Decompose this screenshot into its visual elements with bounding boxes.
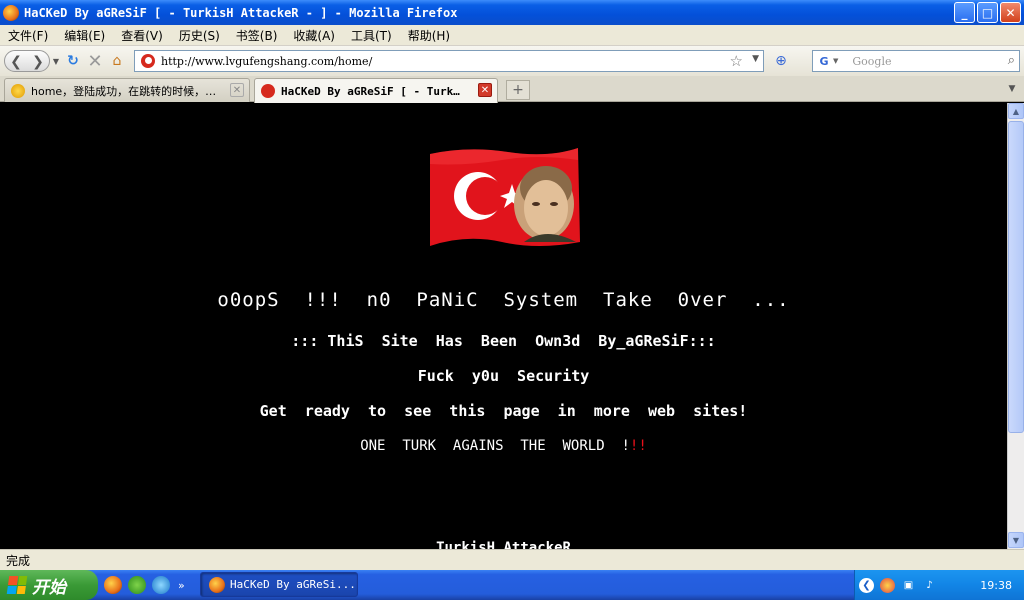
- vertical-scrollbar[interactable]: ▲ ▼: [1007, 103, 1024, 549]
- scroll-up-icon[interactable]: ▲: [1008, 103, 1024, 119]
- menu-bar: 文件(F) 编辑(E) 查看(V) 历史(S) 书签(B) 收藏(A) 工具(T…: [0, 25, 1024, 46]
- firefox-quicklaunch-icon[interactable]: [104, 576, 122, 594]
- page-content: o0opS !!! n0 PaNiC System Take 0ver ... …: [0, 103, 1007, 549]
- url-bar[interactable]: http://www.lvgufengshang.com/home/ ☆ ▼: [134, 50, 764, 72]
- network-icon[interactable]: ▣: [901, 578, 916, 593]
- tab-label: HaCKeD By aGReSiF [ - Turk…: [281, 84, 460, 98]
- window-title: HaCKeD By aGReSiF [ - TurkisH AttackeR -…: [24, 5, 458, 20]
- scroll-down-icon[interactable]: ▼: [1008, 532, 1024, 548]
- slogan: ONE TURK AGAINS THE WORLD !!!: [0, 438, 1007, 454]
- system-tray: ❮ ▣ ♪ 19:38: [854, 570, 1024, 600]
- addon-button[interactable]: ⊕: [770, 50, 792, 72]
- window-controls: _ □ ✕: [954, 2, 1021, 23]
- slogan-red-text: !!: [629, 438, 647, 454]
- clock: 19:38: [980, 578, 1012, 592]
- search-box[interactable]: G ▼ Google ⌕: [812, 50, 1020, 72]
- bookmark-star-icon[interactable]: ☆: [730, 52, 743, 70]
- home-button[interactable]: ⌂: [106, 50, 128, 72]
- maximize-button[interactable]: □: [977, 2, 998, 23]
- tab-close-icon[interactable]: ✕: [230, 83, 244, 97]
- forward-arrow-icon: ❯: [32, 54, 44, 70]
- menu-edit[interactable]: 编辑(E): [56, 27, 113, 44]
- task-label: HaCKeD By aGReSi...: [230, 578, 356, 591]
- tab-favicon-icon: [11, 83, 25, 98]
- menu-history[interactable]: 历史(S): [171, 27, 228, 44]
- forward-button[interactable]: ❯: [27, 51, 49, 71]
- history-dropdown-button[interactable]: ▼: [50, 50, 62, 72]
- slogan-text: ONE TURK AGAINS THE WORLD !: [360, 438, 630, 454]
- close-button[interactable]: ✕: [1000, 2, 1021, 23]
- quick-launch: »: [104, 576, 185, 594]
- reload-button[interactable]: ↻: [62, 50, 84, 72]
- tab-favicon-icon: [261, 84, 275, 98]
- url-text[interactable]: http://www.lvgufengshang.com/home/: [161, 55, 372, 68]
- quicklaunch-more-icon[interactable]: »: [178, 579, 185, 592]
- back-button[interactable]: ❮: [5, 51, 27, 71]
- tray-expand-icon[interactable]: ❮: [859, 577, 874, 593]
- back-arrow-icon: ❮: [10, 54, 22, 70]
- minimize-button[interactable]: _: [954, 2, 975, 23]
- windows-logo-icon: [6, 576, 28, 594]
- menu-help[interactable]: 帮助(H): [400, 27, 458, 44]
- start-button[interactable]: 开始: [0, 570, 98, 600]
- stop-icon: ✕: [87, 50, 103, 72]
- new-tab-button[interactable]: +: [506, 80, 530, 100]
- browser-quicklaunch-icon[interactable]: [128, 576, 146, 594]
- site-favicon-icon: [141, 54, 155, 68]
- feed-icon: ⊕: [775, 53, 787, 69]
- turkish-flag-image: [430, 148, 580, 246]
- firefox-icon: [3, 4, 19, 21]
- start-label: 开始: [32, 577, 66, 598]
- tab-home[interactable]: home，登陆成功，在跳转的时候，… ✕: [4, 78, 250, 102]
- home-icon: ⌂: [112, 53, 122, 69]
- menu-view[interactable]: 查看(V): [113, 27, 171, 44]
- search-icon[interactable]: ⌕: [1008, 53, 1015, 68]
- menu-tools[interactable]: 工具(T): [343, 27, 400, 44]
- window-titlebar[interactable]: HaCKeD By aGReSiF [ - TurkisH AttackeR -…: [0, 0, 1024, 25]
- menu-file[interactable]: 文件(F): [0, 27, 56, 44]
- tab-label: home，登陆成功，在跳转的时候，…: [31, 84, 217, 98]
- volume-icon[interactable]: ♪: [922, 578, 937, 593]
- hacked-headline: o0opS !!! n0 PaNiC System Take 0ver ...: [217, 289, 790, 311]
- back-forward-group: ❮ ❯: [4, 50, 50, 72]
- security-message: Fuck y0u Security: [417, 367, 590, 385]
- owned-message: ::: ThiS Site Has Been Own3d By_aGReSiF:…: [291, 332, 716, 350]
- reload-icon: ↻: [67, 53, 79, 69]
- google-icon[interactable]: G: [815, 53, 833, 69]
- taskbar-firefox-button[interactable]: HaCKeD By aGReSi...: [200, 572, 358, 597]
- status-bar: 完成: [0, 549, 1024, 570]
- stop-button[interactable]: ✕: [84, 50, 106, 72]
- menu-favorites[interactable]: 收藏(A): [285, 27, 343, 44]
- menu-bookmarks[interactable]: 书签(B): [228, 27, 286, 44]
- tab-close-icon[interactable]: ✕: [478, 83, 492, 97]
- tab-list-dropdown-icon[interactable]: ▼: [1002, 79, 1022, 99]
- ie-quicklaunch-icon[interactable]: [152, 576, 170, 594]
- tab-hacked[interactable]: HaCKeD By aGReSiF [ - Turk… ✕: [254, 78, 498, 103]
- status-text: 完成: [6, 553, 31, 568]
- url-dropdown-icon[interactable]: ▼: [752, 54, 759, 64]
- tab-bar: home，登陆成功，在跳转的时候，… ✕ HaCKeD By aGReSiF […: [0, 76, 1024, 103]
- firefox-task-icon: [209, 576, 225, 593]
- qq-icon[interactable]: [880, 577, 895, 593]
- warning-message: Get ready to see this page in more web s…: [259, 402, 748, 420]
- signature-text: TurkisH AttackeR: [436, 540, 571, 549]
- scroll-thumb[interactable]: [1008, 121, 1024, 433]
- search-engine-dropdown-icon[interactable]: ▼: [833, 57, 838, 65]
- navigation-toolbar: ❮ ❯ ▼ ↻ ✕ ⌂ http://www.lvgufengshang.com…: [0, 46, 1024, 76]
- search-placeholder: Google: [852, 54, 892, 68]
